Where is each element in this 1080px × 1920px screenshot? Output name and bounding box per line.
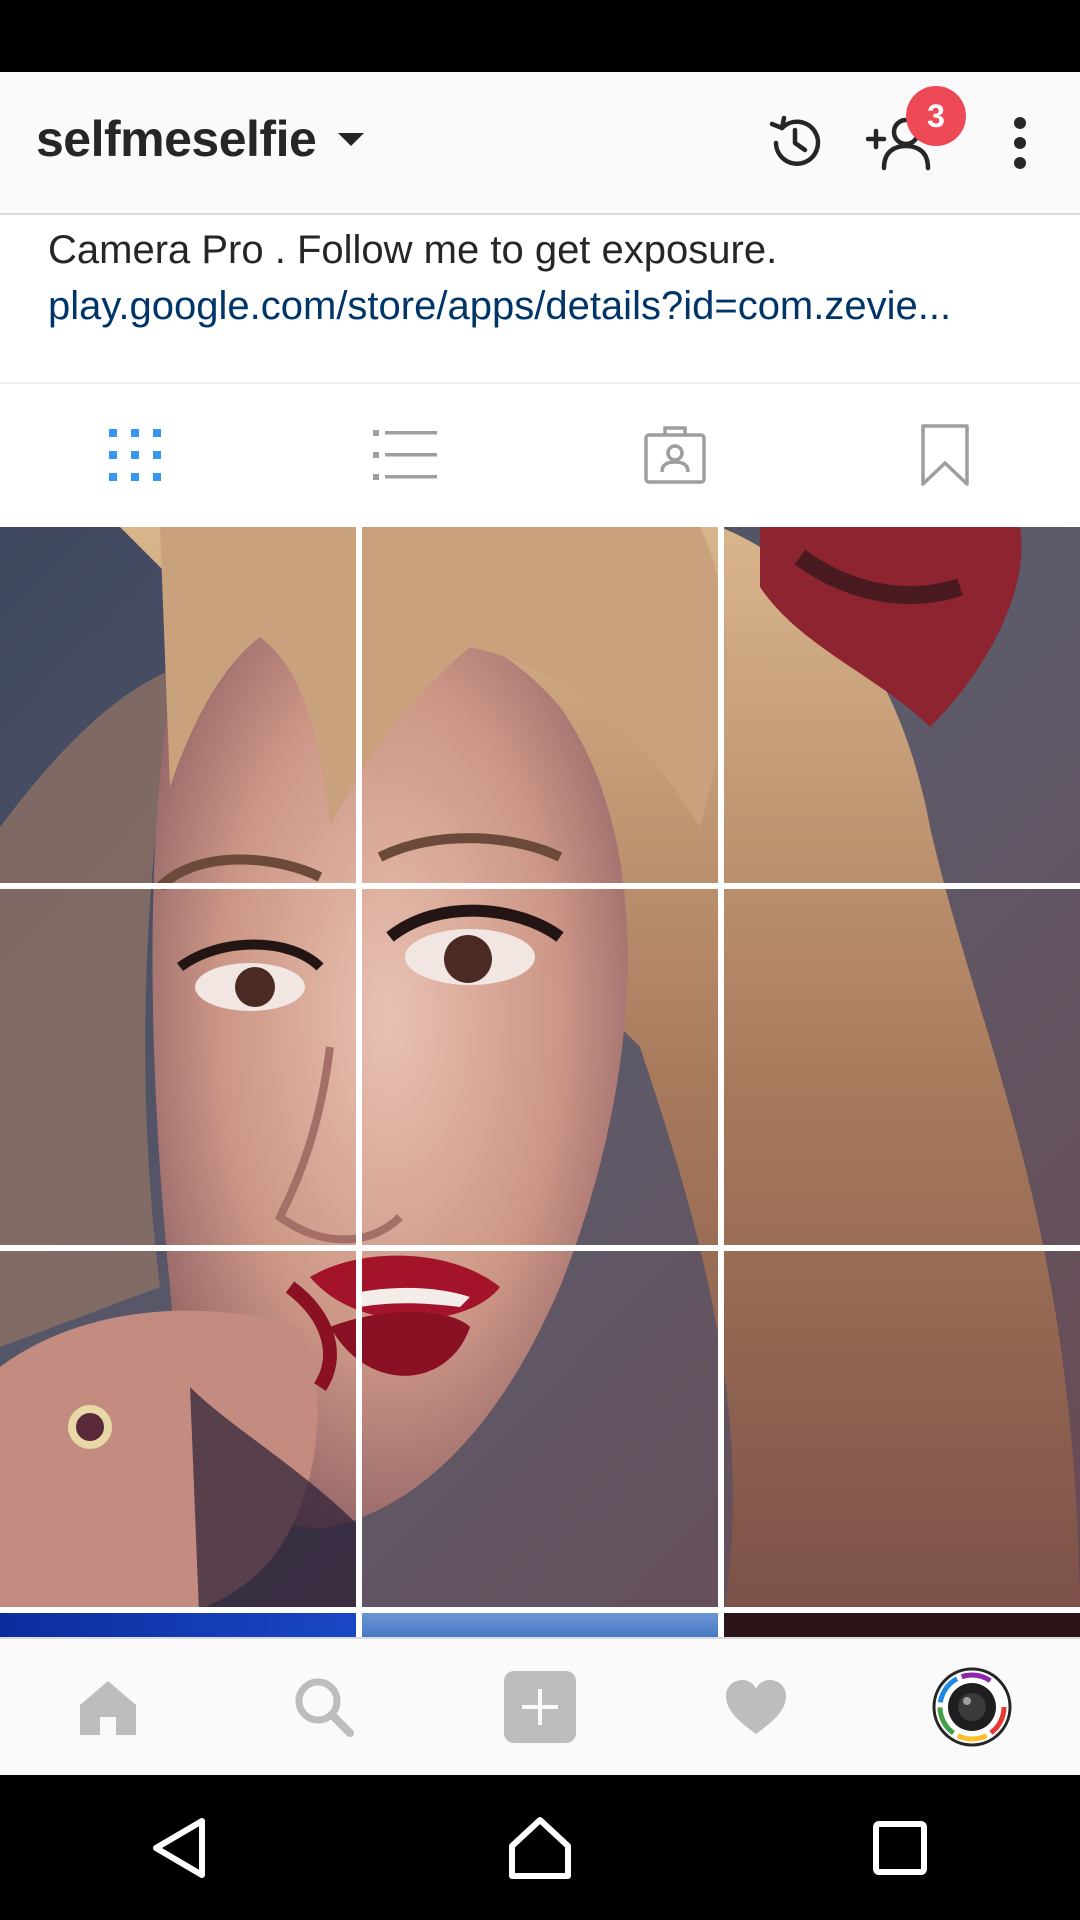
nav-add-post[interactable] (432, 1639, 648, 1775)
system-recents-button[interactable] (720, 1775, 1080, 1920)
post-thumbnail[interactable] (724, 527, 1080, 883)
post-thumbnail[interactable] (362, 527, 718, 883)
system-navigation-bar (0, 1775, 1080, 1920)
post-thumbnail[interactable] (362, 1251, 718, 1607)
profile-bio: Camera Pro . Follow me to get exposure. … (48, 222, 1048, 334)
system-back-button[interactable] (0, 1775, 360, 1920)
nav-profile[interactable] (864, 1639, 1080, 1775)
history-icon (769, 115, 821, 166)
list-icon (373, 430, 437, 480)
bottom-navigation (0, 1637, 1080, 1775)
profile-avatar (932, 1667, 1012, 1747)
bookmark-icon (921, 424, 969, 486)
search-icon (295, 1678, 354, 1737)
tagged-icon (644, 426, 706, 484)
bio-text: Camera Pro . Follow me to get exposure. (48, 228, 778, 272)
post-thumbnail[interactable] (362, 1613, 718, 1637)
post-thumbnail[interactable] (0, 527, 356, 883)
post-thumbnail[interactable] (724, 1613, 1080, 1637)
back-triangle-icon (153, 1817, 205, 1878)
account-switcher[interactable]: selfmeselfie (36, 110, 365, 168)
bio-link[interactable]: play.google.com/store/apps/details?id=co… (48, 278, 1018, 334)
home-icon (80, 1681, 136, 1735)
post-thumbnail[interactable] (362, 889, 718, 1245)
archive-button[interactable] (760, 108, 830, 178)
more-vertical-icon (1014, 117, 1026, 169)
tab-list[interactable] (270, 384, 540, 526)
notification-badge: 3 (906, 86, 966, 146)
post-thumbnail[interactable] (724, 889, 1080, 1245)
profile-tabs (0, 382, 1080, 526)
post-grid (0, 527, 1080, 1637)
add-post-icon (504, 1671, 576, 1743)
post-thumbnail[interactable] (724, 1251, 1080, 1607)
status-bar (0, 0, 1080, 72)
post-thumbnail[interactable] (0, 1251, 356, 1607)
nav-search[interactable] (216, 1639, 432, 1775)
post-thumbnail[interactable] (0, 1613, 356, 1637)
chevron-down-icon (338, 132, 365, 146)
tab-grid[interactable] (0, 384, 270, 526)
tab-tagged[interactable] (540, 384, 810, 526)
nav-home[interactable] (0, 1639, 216, 1775)
home-outline-icon (509, 1816, 571, 1879)
username: selfmeselfie (36, 111, 317, 167)
grid-icon (109, 429, 161, 481)
system-home-button[interactable] (360, 1775, 720, 1920)
recents-square-icon (873, 1820, 927, 1875)
options-menu-button[interactable] (990, 108, 1050, 178)
heart-icon (726, 1680, 786, 1734)
nav-activity[interactable] (648, 1639, 864, 1775)
profile-header: selfmeselfie 3 (0, 72, 1080, 215)
post-thumbnail[interactable] (0, 889, 356, 1245)
tab-saved[interactable] (810, 384, 1080, 526)
